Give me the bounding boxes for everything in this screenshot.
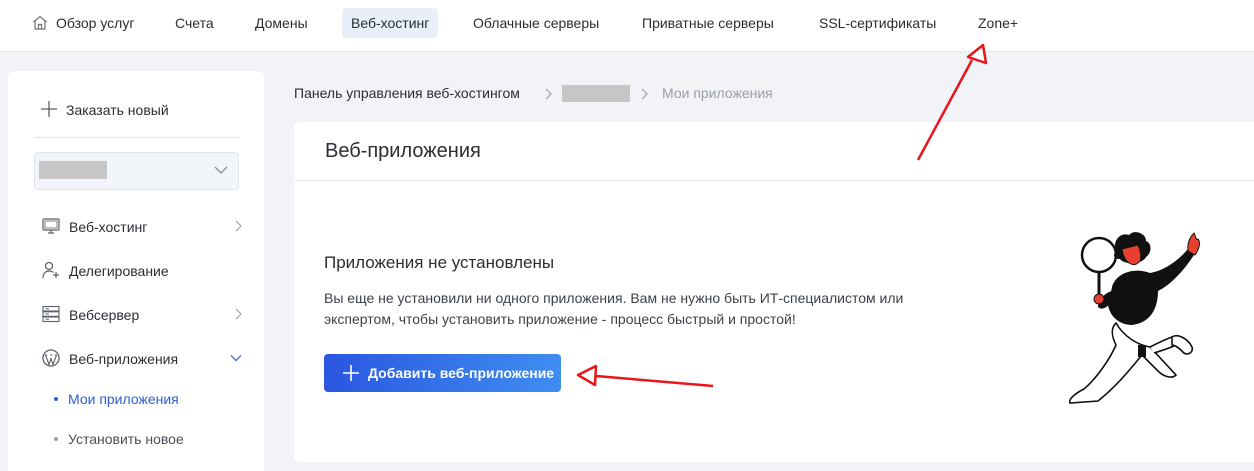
sidebar-item-delegation[interactable]: Делегирование [42, 261, 242, 281]
bullet-dot [54, 397, 58, 401]
add-web-app-label: Добавить веб-приложение [368, 365, 555, 381]
bullet-dot [54, 437, 58, 441]
nav-zone-plus[interactable]: Zone+ [969, 8, 1027, 38]
sidebar-item-label: Делегирование [69, 263, 169, 279]
sidebar-item-web-apps[interactable]: Веб-приложения [42, 349, 242, 369]
empty-state-title: Приложения не установлены [324, 253, 555, 272]
order-new-label: Заказать новый [66, 102, 169, 118]
chevron-right-icon [235, 308, 242, 320]
breadcrumb-root[interactable]: Панель управления веб-хостингом [294, 85, 520, 101]
sidebar-item-webserver[interactable]: Вебсервер [42, 305, 242, 325]
add-web-app-button[interactable]: Добавить веб-приложение [324, 354, 561, 392]
order-new-button[interactable]: Заказать новый [40, 100, 169, 118]
chevron-right-icon [545, 88, 552, 100]
chevron-down-icon [214, 166, 228, 174]
sidebar-subitem-install-new[interactable]: Установить новое [54, 431, 184, 447]
plus-icon [41, 101, 57, 117]
nav-invoices[interactable]: Счета [166, 8, 223, 38]
nav-domains[interactable]: Домены [246, 8, 317, 38]
nav-overview-label: Обзор услуг [56, 15, 135, 31]
top-navigation: Обзор услуг Счета Домены Веб-хостинг Обл… [0, 0, 1254, 52]
sidebar-item-label: Веб-приложения [69, 351, 179, 367]
plus-icon [343, 365, 359, 381]
nav-ssl-certificates[interactable]: SSL-сертификаты [810, 8, 945, 38]
server-icon [42, 305, 60, 323]
chevron-down-icon [230, 355, 242, 362]
nav-cloud-servers[interactable]: Облачные серверы [464, 8, 608, 38]
nav-private-servers[interactable]: Приватные серверы [633, 8, 783, 38]
breadcrumb-redacted-site[interactable] [562, 85, 630, 102]
chevron-right-icon [641, 88, 648, 100]
sidebar-divider [34, 137, 240, 138]
wordpress-icon [42, 349, 60, 367]
breadcrumb-current: Мои приложения [662, 85, 773, 101]
web-apps-card: Веб-приложения Приложения не установлены… [294, 122, 1254, 462]
person-with-magnifier-illustration [1068, 232, 1200, 404]
nav-web-hosting[interactable]: Веб-хостинг [342, 8, 439, 38]
sidebar: Заказать новый Веб-хостинг Делегирование… [8, 71, 264, 471]
nav-overview[interactable]: Обзор услуг [23, 8, 143, 38]
sidebar-item-web-hosting[interactable]: Веб-хостинг [42, 217, 242, 237]
monitor-icon [42, 218, 60, 234]
card-divider [294, 180, 1254, 181]
site-selector[interactable] [34, 152, 239, 190]
page-title: Веб-приложения [325, 140, 481, 162]
sidebar-subitem-label: Установить новое [68, 431, 184, 447]
sidebar-subitem-my-apps[interactable]: Мои приложения [54, 391, 179, 407]
empty-state-description: Вы еще не установили ни одного приложени… [324, 290, 904, 327]
redacted-site-name [39, 161, 107, 179]
sidebar-subitem-label: Мои приложения [68, 391, 179, 407]
user-add-icon [42, 261, 59, 279]
home-icon [33, 15, 47, 30]
chevron-right-icon [235, 220, 242, 232]
sidebar-item-label: Веб-хостинг [69, 219, 148, 235]
sidebar-item-label: Вебсервер [69, 307, 140, 323]
